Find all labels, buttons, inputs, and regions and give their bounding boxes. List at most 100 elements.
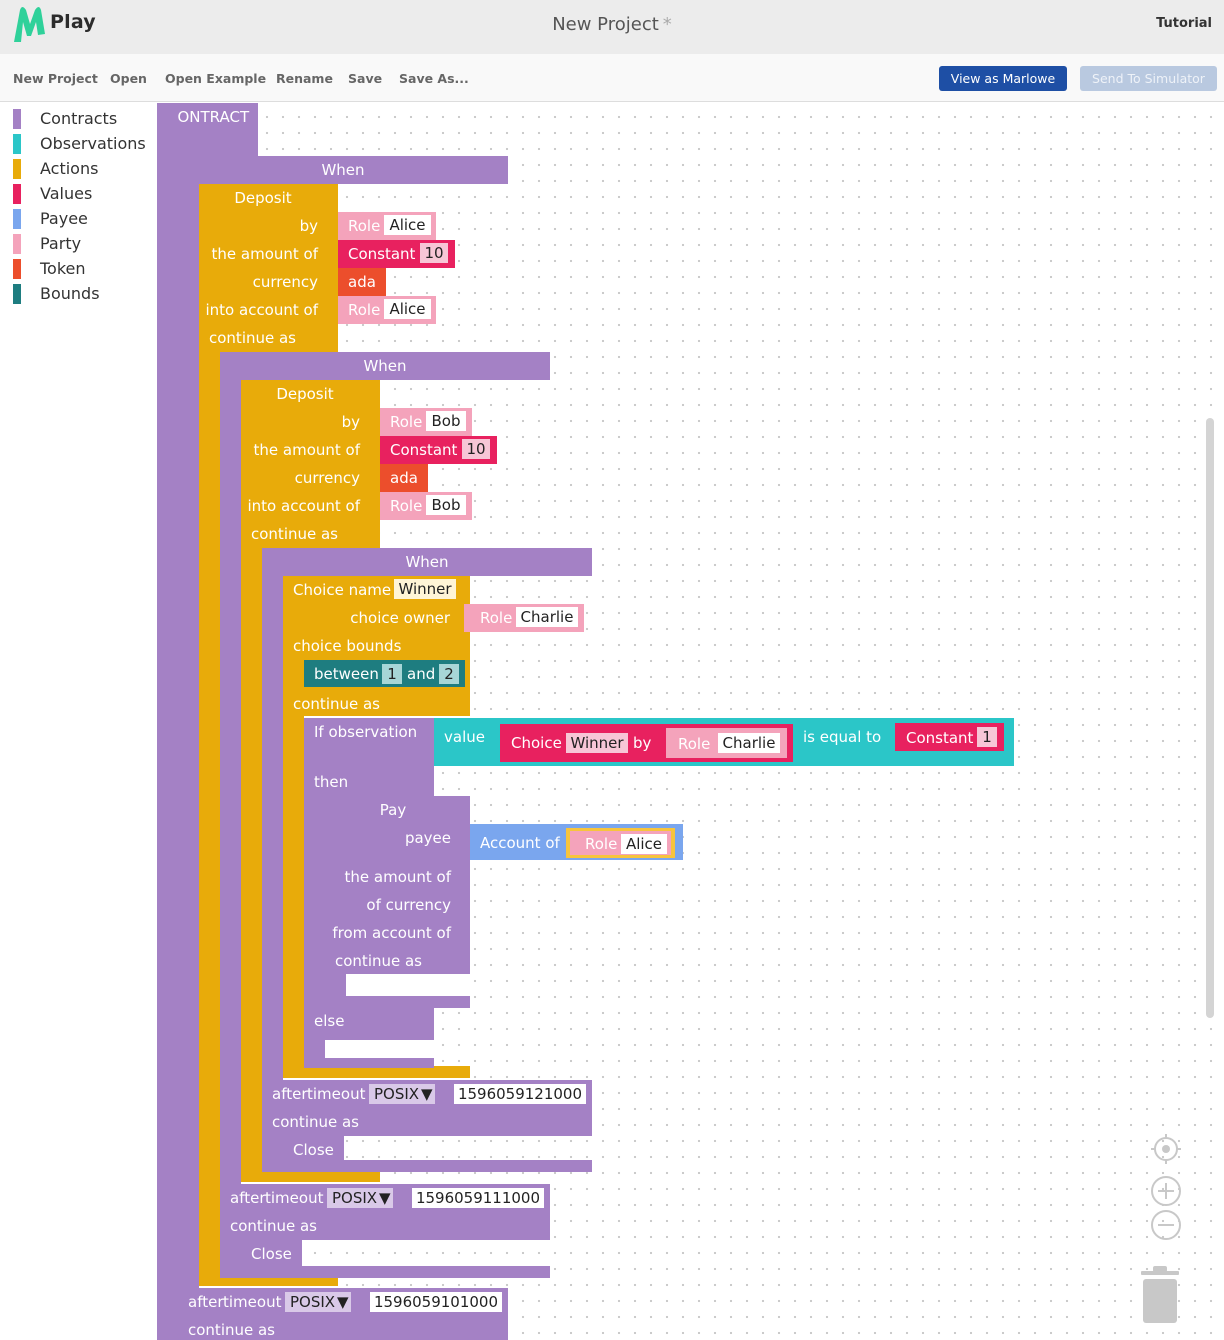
after-label-1: after	[272, 1085, 308, 1103]
role-label: Role	[480, 609, 512, 627]
category-swatch	[13, 284, 21, 304]
toolbox-category-values[interactable]: Values	[13, 182, 153, 207]
timeout-label-3: timeout	[223, 1293, 282, 1311]
continue-as-label-3: continue as	[293, 695, 380, 713]
category-label: Token	[40, 259, 86, 278]
role-label: Role	[390, 413, 422, 431]
pay-label: Pay	[380, 801, 407, 819]
rename-button[interactable]: Rename	[276, 71, 333, 86]
when-label-2: When	[363, 357, 406, 375]
if-observation-label: If observation	[314, 723, 417, 741]
role-bob-2-value: Bob	[432, 496, 461, 514]
constant-label: Constant	[906, 729, 974, 747]
pay-continue-slot	[346, 974, 470, 996]
save-as-button[interactable]: Save As...	[399, 71, 469, 86]
category-label: Payee	[40, 209, 88, 228]
amount-label-1: the amount of	[212, 245, 319, 263]
choice-value-winner-value: Winner	[570, 734, 624, 752]
toolbox-category-token[interactable]: Token	[13, 257, 153, 282]
open-button[interactable]: Open	[110, 71, 147, 86]
of-currency-label: of currency	[366, 896, 451, 914]
zoom-in-icon[interactable]	[1150, 1175, 1182, 1207]
continue-as-label-2: continue as	[251, 525, 338, 543]
deposit-label-1: Deposit	[234, 189, 291, 207]
timeout-continue-label-2: continue as	[230, 1217, 317, 1235]
between-label: between	[314, 665, 379, 683]
bound-low-value: 1	[387, 665, 397, 683]
toolbox-category-bounds[interactable]: Bounds	[13, 282, 153, 307]
category-swatch	[13, 134, 21, 154]
role-alice-2-value: Alice	[389, 300, 425, 318]
bound-high-value: 2	[444, 665, 454, 683]
role-label: Role	[348, 301, 380, 319]
posix-label-2: POSIX	[332, 1189, 377, 1207]
toolbox-category-contracts[interactable]: Contracts	[13, 107, 153, 132]
choice-owner-label: choice owner	[350, 609, 451, 627]
close-label-2: Close	[251, 1245, 292, 1263]
workspace-scrollbar[interactable]	[1206, 418, 1214, 1018]
choice-name-winner-value: Winner	[398, 580, 452, 598]
save-button[interactable]: Save	[348, 71, 382, 86]
pay-spine	[325, 796, 346, 1008]
value-label: value	[444, 728, 485, 746]
contract-spine	[157, 103, 178, 1340]
role-label: Role	[348, 217, 380, 235]
project-name: New Project	[552, 14, 659, 35]
is-equal-to-label: is equal to	[803, 728, 881, 746]
ada-label-1: ada	[348, 273, 376, 291]
currency-label-1: currency	[253, 273, 318, 291]
category-swatch	[13, 159, 21, 179]
menu-bar: New Project Open Open Example Rename Sav…	[0, 54, 1224, 102]
else-slot	[325, 1040, 434, 1058]
category-label: Values	[40, 184, 93, 203]
toolbox-category-observations[interactable]: Observations	[13, 132, 153, 157]
after-label-2: after	[230, 1189, 266, 1207]
pay-end	[325, 996, 470, 1008]
open-example-button[interactable]: Open Example	[165, 71, 266, 86]
role-label: Role	[390, 497, 422, 515]
role-label: Role	[678, 735, 710, 753]
category-swatch	[13, 259, 21, 279]
category-swatch	[13, 184, 21, 204]
and-label: and	[407, 665, 435, 683]
toolbox-category-party[interactable]: Party	[13, 232, 153, 257]
then-label: then	[314, 773, 348, 791]
when-label-1: When	[321, 161, 364, 179]
category-label: Contracts	[40, 109, 118, 128]
tutorial-link[interactable]: Tutorial	[1156, 16, 1212, 31]
from-account-label: from account of	[332, 924, 451, 942]
pay-amount-label: the amount of	[345, 868, 452, 886]
choice-bounds-label: choice bounds	[293, 637, 402, 655]
zoom-out-icon[interactable]	[1150, 1209, 1182, 1241]
constant-10-1-value: 10	[424, 244, 443, 262]
constant-1-value: 1	[982, 728, 992, 746]
blocks-canvas: CONTRACT When Deposit by the amount of curren…	[157, 103, 1014, 1340]
category-label: Actions	[40, 159, 99, 178]
trash-icon[interactable]	[1137, 1265, 1183, 1327]
role-charlie-1-value: Charlie	[521, 608, 574, 626]
header-bar: Play New Project * Tutorial	[0, 0, 1224, 54]
new-project-button[interactable]: New Project	[13, 71, 98, 86]
into-account-label-1: into account of	[206, 301, 319, 319]
toolbox-category-actions[interactable]: Actions	[13, 157, 153, 182]
unsaved-indicator: *	[662, 14, 672, 35]
timeout-value-1: 1596059121000	[458, 1085, 582, 1103]
recenter-icon[interactable]	[1150, 1133, 1182, 1165]
payee-label: payee	[405, 829, 451, 847]
contract-label: CONTRACT	[167, 108, 250, 126]
dropdown-arrow-icon: ▼	[337, 1293, 349, 1311]
category-label: Bounds	[40, 284, 100, 303]
after-label-3: after	[188, 1293, 224, 1311]
view-as-marlowe-button[interactable]: View as Marlowe	[939, 66, 1067, 91]
posix-label-3: POSIX	[290, 1293, 335, 1311]
toolbox-category-payee[interactable]: Payee	[13, 207, 153, 232]
blockly-workspace[interactable]: CONTRACT When Deposit by the amount of curren…	[157, 103, 1224, 1340]
role-charlie-2-value: Charlie	[723, 734, 776, 752]
timeout-value-2: 1596059111000	[416, 1189, 540, 1207]
marlowe-playground: Play New Project * Tutorial New Project O…	[0, 0, 1224, 1340]
deposit-spine-1	[199, 184, 220, 1286]
deposit-label-2: Deposit	[276, 385, 333, 403]
constant-label: Constant	[390, 441, 458, 459]
timeout-label-2: timeout	[265, 1189, 324, 1207]
send-to-simulator-button[interactable]: Send To Simulator	[1080, 66, 1217, 91]
